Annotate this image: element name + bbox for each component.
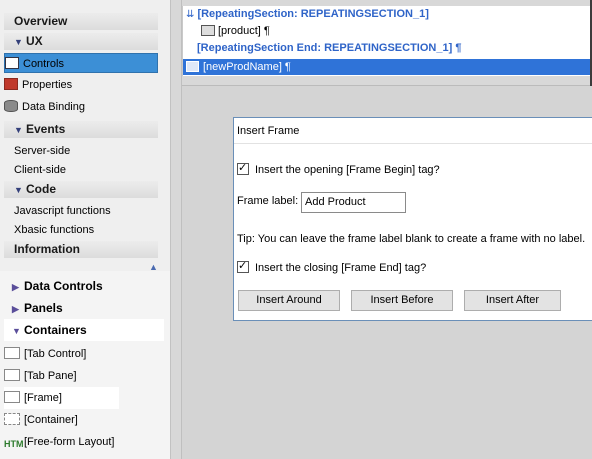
- code-javascript-functions[interactable]: Javascript functions: [14, 204, 111, 218]
- container-tab-control[interactable]: [Tab Control]: [4, 343, 86, 365]
- ux-item-data-binding[interactable]: Data Binding: [4, 97, 158, 117]
- chevron-down-icon: ▼: [14, 37, 23, 47]
- tab-control-icon: [4, 347, 20, 359]
- ux-item-properties[interactable]: Properties: [4, 75, 158, 95]
- textbox-icon: [186, 61, 199, 72]
- freeform-icon: HTM: [4, 439, 24, 449]
- dialog-title: Insert Frame: [234, 118, 592, 144]
- open-tag-option[interactable]: Insert the opening [Frame Begin] tag?: [237, 161, 440, 176]
- chevron-down-icon: ▼: [12, 326, 21, 336]
- tab-pane-icon: [4, 369, 20, 381]
- chevron-down-icon: ▼: [14, 185, 23, 195]
- container-frame[interactable]: [Frame]: [4, 387, 119, 409]
- insert-frame-dialog: Insert Frame Insert the opening [Frame B…: [233, 117, 592, 321]
- code-xbasic-functions[interactable]: Xbasic functions: [14, 223, 94, 237]
- database-icon: [4, 100, 18, 112]
- container-tab-pane[interactable]: [Tab Pane]: [4, 365, 77, 387]
- container-container[interactable]: [Container]: [4, 409, 78, 431]
- container-icon: [4, 413, 20, 425]
- section-ux[interactable]: ▼ UX: [4, 33, 158, 50]
- insert-before-button[interactable]: Insert Before: [351, 290, 453, 311]
- editor-line-newprodname[interactable]: [newProdName] ¶: [183, 59, 592, 75]
- close-tag-option[interactable]: Insert the closing [Frame End] tag?: [237, 259, 426, 274]
- event-server-side[interactable]: Server-side: [14, 144, 70, 158]
- frame-label-input[interactable]: Add Product: [301, 192, 406, 213]
- section-overview[interactable]: Overview: [4, 13, 158, 30]
- section-panels[interactable]: ▶ Panels: [4, 297, 164, 319]
- chevron-right-icon: ▶: [12, 282, 19, 292]
- chevron-down-icon: ▼: [14, 125, 23, 135]
- ux-item-controls[interactable]: Controls: [4, 53, 158, 73]
- section-events[interactable]: ▼ Events: [4, 121, 158, 138]
- editor-line-repeating-end[interactable]: [RepeatingSection End: REPEATINGSECTION_…: [197, 42, 461, 54]
- section-code[interactable]: ▼ Code: [4, 181, 158, 198]
- sort-icon: ⇊: [186, 9, 195, 20]
- open-tag-checkbox[interactable]: [237, 161, 249, 175]
- properties-icon: [4, 78, 18, 90]
- event-client-side[interactable]: Client-side: [14, 163, 66, 177]
- close-tag-checkbox[interactable]: [237, 259, 249, 273]
- insert-after-button[interactable]: Insert After: [464, 290, 561, 311]
- insert-around-button[interactable]: Insert Around: [238, 290, 340, 311]
- editor-line-repeating-start[interactable]: ⇊ [RepeatingSection: REPEATINGSECTION_1]: [186, 8, 429, 20]
- editor-line-product[interactable]: [product] ¶: [201, 25, 270, 37]
- section-data-controls[interactable]: ▶ Data Controls: [4, 275, 164, 297]
- controls-panel: ▶ Data Controls ▶ Panels ▼ Containers [Tab …: [0, 271, 170, 459]
- frame-icon: [4, 391, 20, 403]
- editor-canvas[interactable]: ⇊ [RepeatingSection: REPEATINGSECTION_1]…: [182, 6, 592, 76]
- section-information[interactable]: Information: [4, 241, 158, 258]
- frame-label-caption: Frame label:: [237, 195, 299, 207]
- splitter[interactable]: [170, 0, 182, 459]
- tip-text: Tip: You can leave the frame label blank…: [237, 233, 586, 245]
- container-free-form-layout[interactable]: HTM[Free-form Layout]: [4, 431, 114, 453]
- field-icon: [201, 25, 215, 36]
- section-containers[interactable]: ▼ Containers: [4, 319, 164, 341]
- chevron-right-icon: ▶: [12, 304, 19, 314]
- controls-icon: [5, 57, 19, 69]
